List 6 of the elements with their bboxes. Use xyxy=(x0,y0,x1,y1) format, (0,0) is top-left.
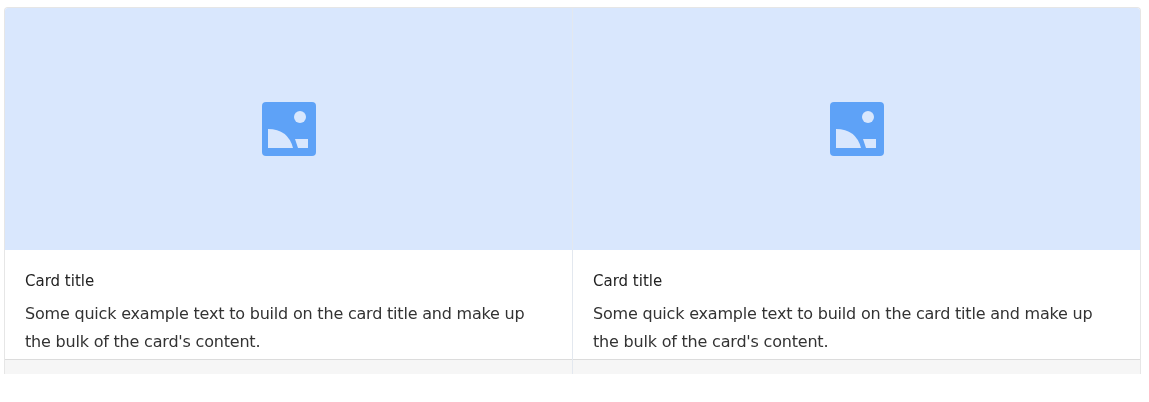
card-title: Card title xyxy=(25,271,96,292)
card-text: Some quick example text to build on the card title and make up the bulk of the card's content. xyxy=(593,303,1094,353)
image-icon xyxy=(829,102,884,156)
card-text: Some quick example text to build on the card title and make up the bulk of the card's content. xyxy=(25,303,526,353)
image-icon xyxy=(261,102,316,156)
card-title: Card title xyxy=(593,271,664,292)
